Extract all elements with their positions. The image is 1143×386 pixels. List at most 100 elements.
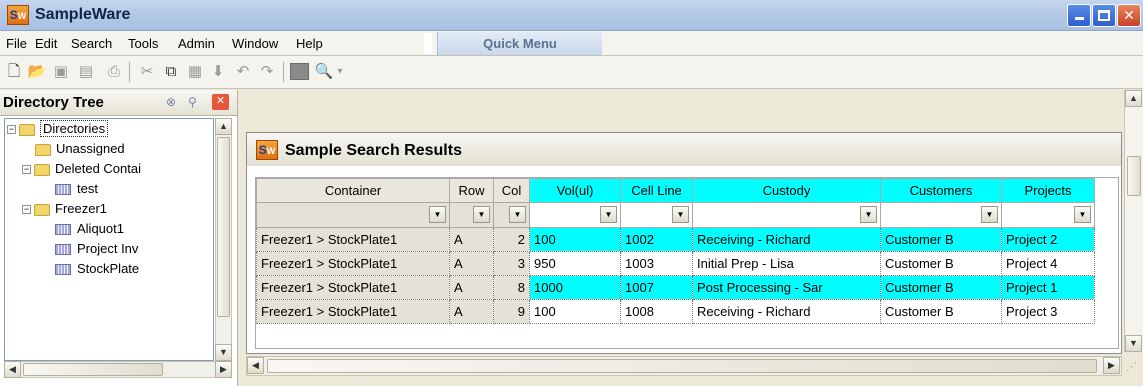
- scroll-right-icon[interactable]: ▶: [215, 361, 232, 378]
- chevron-down-icon[interactable]: ▼: [473, 206, 490, 223]
- cell-container[interactable]: Freezer1 > StockPlate1: [256, 275, 450, 300]
- quick-menu-button[interactable]: Quick Menu: [437, 32, 602, 55]
- menu-admin[interactable]: Admin: [178, 36, 215, 51]
- filter-row-col[interactable]: ▼: [449, 202, 494, 228]
- cell-vol[interactable]: 1000: [529, 275, 621, 300]
- minimize-button[interactable]: [1067, 4, 1091, 27]
- column-header[interactable]: Vol(ul): [529, 178, 621, 203]
- chevron-down-icon[interactable]: ▼: [509, 206, 526, 223]
- scroll-thumb[interactable]: [1127, 156, 1141, 196]
- tree-node-stockplate[interactable]: StockPlate: [55, 259, 139, 279]
- scroll-down-icon[interactable]: ▼: [215, 344, 232, 361]
- cell-project[interactable]: Project 2: [1001, 227, 1095, 252]
- filter-projects[interactable]: ▼: [1001, 202, 1095, 228]
- cell-container[interactable]: Freezer1 > StockPlate1: [256, 299, 450, 324]
- redo-icon[interactable]: ↷: [256, 60, 278, 83]
- cell-col[interactable]: 9: [493, 299, 530, 324]
- panel-close-icon[interactable]: ✕: [212, 94, 229, 110]
- scroll-down-icon[interactable]: ▼: [1125, 335, 1142, 352]
- block-icon[interactable]: [290, 63, 309, 80]
- column-header[interactable]: Row: [449, 178, 494, 203]
- cell-col[interactable]: 2: [493, 227, 530, 252]
- collapse-icon[interactable]: −: [7, 125, 16, 135]
- menu-search[interactable]: Search: [71, 36, 112, 51]
- collapse-icon[interactable]: −: [22, 205, 31, 215]
- tree-node-aliquot1[interactable]: Aliquot1: [55, 219, 124, 239]
- table-row[interactable]: Freezer1 > StockPlate1 A 3 950 1003 Init…: [256, 251, 1095, 276]
- scroll-up-icon[interactable]: ▲: [215, 118, 232, 135]
- cell-custody[interactable]: Receiving - Richard: [692, 299, 881, 324]
- pin-icon[interactable]: ⚲: [188, 95, 197, 109]
- find-icon[interactable]: 🔍: [313, 60, 335, 83]
- collapse-panel-icon[interactable]: ⊗: [166, 95, 176, 109]
- cell-vol[interactable]: 100: [529, 299, 621, 324]
- column-header[interactable]: Col: [493, 178, 530, 203]
- close-button[interactable]: ✕: [1117, 4, 1141, 27]
- open-icon[interactable]: 📂: [26, 60, 48, 83]
- cell-custody[interactable]: Receiving - Richard: [692, 227, 881, 252]
- column-header[interactable]: Customers: [880, 178, 1002, 203]
- cut-icon[interactable]: ✂: [136, 60, 158, 83]
- cell-custody[interactable]: Initial Prep - Lisa: [692, 251, 881, 276]
- chevron-down-icon[interactable]: ▼: [672, 206, 689, 223]
- cell-vol[interactable]: 100: [529, 227, 621, 252]
- cell-row[interactable]: A: [449, 275, 494, 300]
- cell-project[interactable]: Project 1: [1001, 275, 1095, 300]
- down-arrow-icon[interactable]: ⬇: [207, 60, 229, 83]
- cell-col[interactable]: 3: [493, 251, 530, 276]
- main-horizontal-scrollbar[interactable]: ◀ ▶: [246, 356, 1122, 376]
- cell-cell-line[interactable]: 1008: [620, 299, 693, 324]
- cell-col[interactable]: 8: [493, 275, 530, 300]
- tree-node-deleted-containers[interactable]: − Deleted Contai: [22, 159, 141, 179]
- filter-col[interactable]: ▼: [493, 202, 530, 228]
- scroll-thumb[interactable]: [267, 359, 1097, 373]
- undo-icon[interactable]: ↶: [232, 60, 254, 83]
- copy-icon[interactable]: ⧉: [160, 60, 182, 83]
- tree-horizontal-scrollbar[interactable]: ◀ ▶: [4, 361, 232, 378]
- cell-cell-line[interactable]: 1007: [620, 275, 693, 300]
- new-icon[interactable]: 🗋: [3, 60, 25, 83]
- scroll-left-icon[interactable]: ◀: [4, 361, 21, 378]
- tree-node-project-inv[interactable]: Project Inv: [55, 239, 138, 259]
- cell-container[interactable]: Freezer1 > StockPlate1: [256, 251, 450, 276]
- cell-cell-line[interactable]: 1002: [620, 227, 693, 252]
- table-row[interactable]: Freezer1 > StockPlate1 A 9 100 1008 Rece…: [256, 299, 1095, 324]
- tree-node-directories[interactable]: − Directories: [7, 119, 109, 139]
- find-dropdown-icon[interactable]: ▾: [333, 60, 347, 83]
- scroll-thumb[interactable]: [217, 137, 230, 317]
- cell-container[interactable]: Freezer1 > StockPlate1: [256, 227, 450, 252]
- scroll-thumb[interactable]: [23, 363, 163, 376]
- cell-customer[interactable]: Customer B: [880, 251, 1002, 276]
- cell-vol[interactable]: 950: [529, 251, 621, 276]
- cell-row[interactable]: A: [449, 299, 494, 324]
- scroll-right-icon[interactable]: ▶: [1103, 357, 1120, 374]
- menu-tools[interactable]: Tools: [128, 36, 158, 51]
- column-header[interactable]: Custody: [692, 178, 881, 203]
- cell-custody[interactable]: Post Processing - Sar: [692, 275, 881, 300]
- tree-node-unassigned[interactable]: Unassigned: [35, 139, 125, 159]
- cell-project[interactable]: Project 3: [1001, 299, 1095, 324]
- save-all-icon[interactable]: ▤: [75, 60, 97, 83]
- collapse-icon[interactable]: −: [22, 165, 31, 175]
- main-vertical-scrollbar[interactable]: ▲ ▼: [1124, 90, 1143, 352]
- filter-container[interactable]: ▼: [256, 202, 450, 228]
- column-header[interactable]: Cell Line: [620, 178, 693, 203]
- column-header[interactable]: Container: [256, 178, 450, 203]
- resize-grip-icon[interactable]: ⋰: [1126, 360, 1140, 374]
- maximize-button[interactable]: [1092, 4, 1116, 27]
- tree-node-freezer1[interactable]: − Freezer1: [22, 199, 107, 219]
- chevron-down-icon[interactable]: ▼: [1074, 206, 1091, 223]
- scroll-up-icon[interactable]: ▲: [1125, 90, 1142, 107]
- table-row[interactable]: Freezer1 > StockPlate1 A 2 100 1002 Rece…: [256, 227, 1095, 252]
- cell-project[interactable]: Project 4: [1001, 251, 1095, 276]
- print-icon[interactable]: ⎙: [103, 60, 125, 83]
- filter-cell-line[interactable]: ▼: [620, 202, 693, 228]
- tree-node-test[interactable]: test: [55, 179, 98, 199]
- filter-customers[interactable]: ▼: [880, 202, 1002, 228]
- save-icon[interactable]: ▣: [50, 60, 72, 83]
- chevron-down-icon[interactable]: ▼: [429, 206, 446, 223]
- column-header[interactable]: Projects: [1001, 178, 1095, 203]
- menu-edit[interactable]: Edit: [35, 36, 57, 51]
- chevron-down-icon[interactable]: ▼: [981, 206, 998, 223]
- menu-file[interactable]: File: [6, 36, 27, 51]
